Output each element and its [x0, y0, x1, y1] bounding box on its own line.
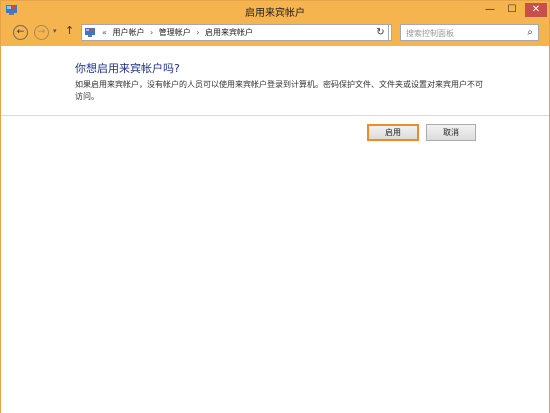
breadcrumb-manage-accounts[interactable]: 管理帐户	[159, 28, 191, 37]
cancel-button[interactable]: 取消	[426, 124, 476, 141]
breadcrumb-enable-guest[interactable]: 启用来宾帐户	[205, 28, 253, 37]
breadcrumb-separator[interactable]: ›	[150, 28, 153, 37]
control-panel-icon	[85, 28, 95, 37]
search-placeholder: 搜索控制面板	[406, 29, 454, 38]
search-icon[interactable]: ⌕	[527, 27, 533, 38]
breadcrumb-separator[interactable]: ›	[196, 28, 199, 37]
page-heading: 你想启用来宾帐户吗?	[75, 62, 180, 75]
maximize-button[interactable]: ☐	[501, 3, 523, 17]
search-box[interactable]: 搜索控制面板 ⌕	[400, 24, 539, 41]
page-description: 如果启用来宾帐户，没有帐户的人员可以使用来宾帐户登录到计算机。密码保护文件、文件…	[75, 80, 483, 101]
minimize-button[interactable]: —	[479, 3, 501, 17]
breadcrumb-overflow[interactable]: «	[102, 28, 107, 37]
refresh-button[interactable]: ↻	[373, 24, 389, 41]
control-panel-window: 启用来宾帐户 — ☐ ✕ ← → ▾ ↑ « 用户帐户 › 管理帐户 › 启用来…	[0, 0, 550, 413]
address-bar[interactable]: « 用户帐户 › 管理帐户 › 启用来宾帐户 ▾	[81, 24, 445, 41]
forward-button[interactable]: →	[34, 25, 49, 40]
enable-button[interactable]: 启用	[367, 124, 419, 141]
breadcrumb-user-accounts[interactable]: 用户帐户	[112, 28, 144, 37]
navigation-toolbar: ← → ▾ ↑ « 用户帐户 › 管理帐户 › 启用来宾帐户 ▾ ↻ 搜索控制面…	[1, 20, 549, 46]
recent-locations-chevron-icon[interactable]: ▾	[53, 27, 57, 35]
back-button[interactable]: ←	[13, 25, 28, 40]
action-area	[1, 116, 549, 413]
window-title: 启用来宾帐户	[245, 8, 305, 19]
title-bar: 启用来宾帐户 — ☐ ✕	[1, 1, 549, 20]
breadcrumb: « 用户帐户 › 管理帐户 › 启用来宾帐户	[99, 27, 253, 38]
close-button[interactable]: ✕	[525, 3, 547, 17]
up-button[interactable]: ↑	[65, 24, 74, 37]
